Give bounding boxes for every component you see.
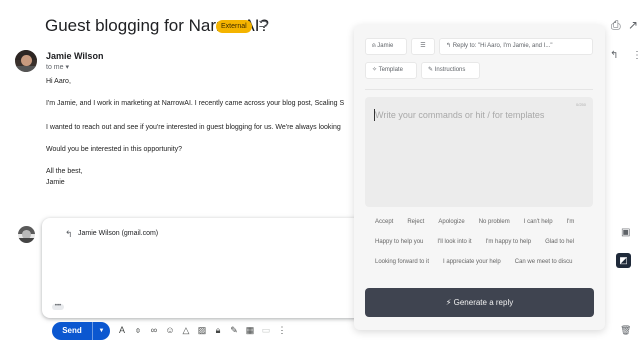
link-icon[interactable]: ∞ (149, 324, 159, 336)
email-paragraph-1: I'm Jamie, and I work in marketing at Na… (46, 100, 345, 107)
email-signature: Jamie (46, 179, 65, 186)
template-option[interactable]: I'm happy to help (483, 237, 535, 247)
print-icon[interactable]: ⎙ (611, 19, 621, 31)
format-text-icon[interactable]: A (117, 324, 127, 336)
pencil-icon: ✎ (428, 67, 435, 73)
emoji-icon[interactable]: ☺ (165, 324, 175, 336)
template-option[interactable]: I'll look into it (434, 237, 474, 247)
label-outline-icon[interactable]: ⊃ (258, 16, 269, 32)
email-paragraph-3: Would you be interested in this opportun… (46, 146, 183, 153)
reply-to-chip[interactable]: ↰ Reply to: "Hi Aaro, I'm Jamie, and I..… (439, 38, 593, 55)
send-label[interactable]: Send (52, 322, 92, 340)
template-chip[interactable]: ✧ Template (365, 62, 417, 79)
character-counter: 0/250 (576, 102, 587, 107)
template-option[interactable]: Glad to hel (542, 237, 577, 247)
email-paragraph-2: I wanted to reach out and see if you're … (46, 124, 341, 131)
template-option[interactable]: Can we meet to discu (512, 257, 576, 267)
image-icon[interactable]: ▨ (197, 324, 207, 336)
template-option[interactable]: No problem (476, 217, 513, 227)
email-signoff: All the best, (46, 168, 83, 175)
recipient-dropdown[interactable]: to me ▾ (46, 63, 69, 71)
compose-toolbar: A ⌽ ∞ ☺ △ ▨ 🔒︎ ✎ ▦ ▭ ⋮ (117, 324, 287, 336)
reply-type-icon[interactable]: ↰ (65, 229, 73, 240)
more-options-icon[interactable]: ⋮ (277, 324, 287, 336)
tone-chip[interactable]: ☰ (411, 38, 435, 55)
reply-recipient[interactable]: Jamie Wilson (gmail.com) (78, 230, 158, 237)
open-in-new-icon[interactable]: ↗ (628, 19, 638, 31)
extension-icon[interactable]: ◩ (616, 253, 631, 268)
attach-icon[interactable]: ⌽ (133, 324, 143, 336)
template-option[interactable]: I can't help (521, 217, 556, 227)
template-option[interactable]: I appreciate your help (440, 257, 504, 267)
trash-icon[interactable]: 🗑︎ (620, 325, 631, 336)
template-option[interactable]: Accept (372, 217, 396, 227)
show-trimmed-content-button[interactable]: ••• (52, 303, 64, 310)
instructions-chip[interactable]: ✎ Instructions (421, 62, 480, 79)
layout-icon[interactable]: ▭ (261, 324, 271, 336)
calendar-icon[interactable]: ▦ (245, 324, 255, 336)
panel-divider (365, 89, 593, 90)
template-option[interactable]: Reject (404, 217, 427, 227)
sender-avatar[interactable] (15, 50, 37, 72)
template-option[interactable]: Apologize (435, 217, 467, 227)
lock-icon[interactable]: 🔒︎ (213, 324, 223, 336)
sender-name[interactable]: Jamie Wilson (46, 51, 103, 61)
reply-small-icon: ↰ (446, 43, 453, 49)
command-placeholder: Write your commands or hit / for templat… (375, 110, 545, 120)
signature-icon[interactable]: ✎ (229, 324, 239, 336)
user-avatar (18, 226, 35, 243)
sender-chip[interactable]: ⍝ Jamie (365, 38, 407, 55)
align-icon: ☰ (420, 43, 426, 49)
template-option[interactable]: Happy to help you (372, 237, 426, 247)
generate-reply-button[interactable]: ⚡︎ Generate a reply (365, 288, 594, 317)
quick-templates: Accept Reject Apologize No problem I can… (372, 212, 594, 272)
external-badge[interactable]: External (216, 20, 252, 33)
bolt-icon: ⚡︎ (445, 298, 454, 307)
reply-icon[interactable]: ↰ (610, 51, 618, 61)
more-vert-icon[interactable]: ⋮ (632, 51, 639, 61)
send-options-icon[interactable]: ▼ (92, 322, 110, 340)
template-option[interactable]: I'm (564, 217, 578, 227)
sparkle-icon: ✧ (372, 67, 379, 73)
pop-out-icon[interactable]: ▣ (621, 228, 630, 238)
email-greeting: Hi Aaro, (46, 78, 71, 85)
template-option[interactable]: Looking forward to it (372, 257, 432, 267)
send-button[interactable]: Send ▼ (52, 322, 110, 340)
drive-icon[interactable]: △ (181, 324, 191, 336)
